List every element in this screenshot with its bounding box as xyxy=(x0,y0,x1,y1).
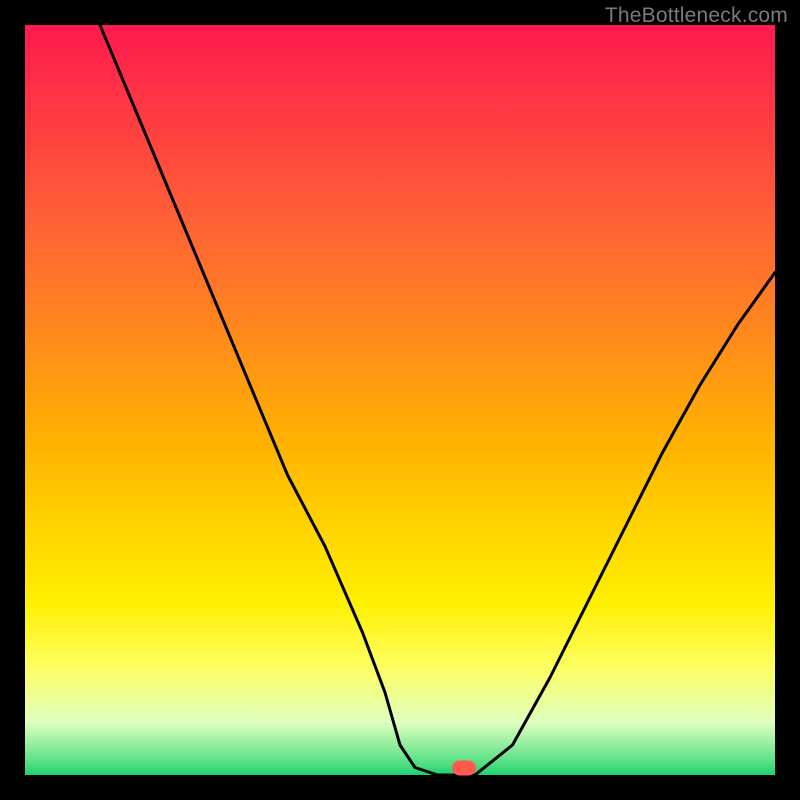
bottleneck-chart: TheBottleneck.com xyxy=(0,0,800,800)
bottleneck-curve-line xyxy=(100,25,775,775)
watermark-text: TheBottleneck.com xyxy=(605,4,788,28)
curve-svg xyxy=(25,25,775,775)
current-position-marker xyxy=(452,760,476,775)
